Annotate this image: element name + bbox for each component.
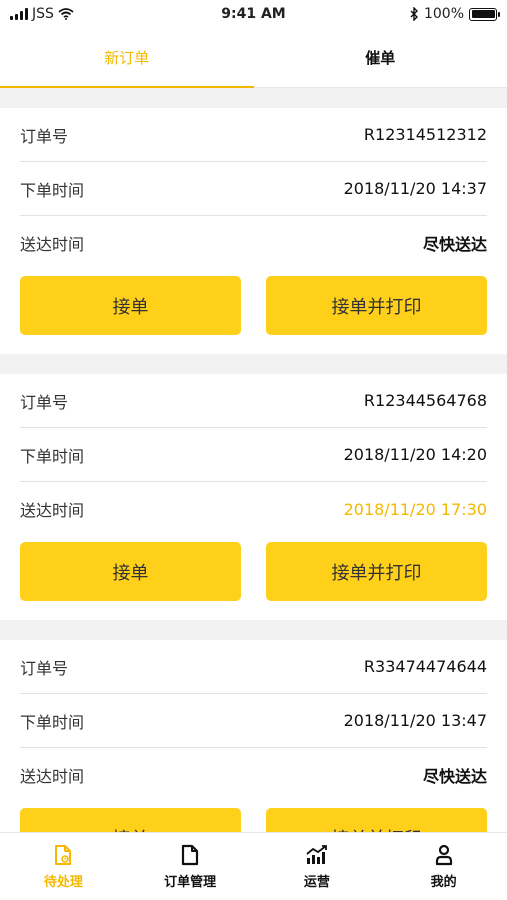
tab-operations[interactable]: 运营: [254, 833, 381, 900]
bottom-tab-bar: 待处理 订单管理 运营 我的: [0, 832, 507, 900]
system-indicators: 100%: [410, 6, 500, 22]
delivery-time-value: 2018/11/20 17:30: [343, 499, 487, 519]
delivery-time-label: 送达时间: [20, 501, 85, 520]
tab-reminders[interactable]: 催单: [254, 28, 507, 87]
tab-new-orders[interactable]: 新订单: [0, 28, 254, 88]
order-type-tabs: 新订单 催单: [0, 28, 507, 88]
order-number-value: R12314512312: [363, 125, 487, 144]
pending-order-icon: [51, 843, 75, 867]
order-number-label: 订单号: [20, 392, 69, 412]
battery-fill: [471, 10, 495, 18]
order-number-row: 订单号 R12344564768: [20, 374, 487, 428]
placed-time-row: 下单时间 2018/11/20 14:37: [20, 162, 487, 216]
placed-time-label: 下单时间: [20, 180, 85, 200]
placed-time-label: 下单时间: [20, 712, 85, 732]
order-card: 订单号 R33474474644 下单时间 2018/11/20 13:47 送…: [0, 640, 507, 832]
accept-and-print-button[interactable]: 接单并打印: [266, 542, 487, 601]
tab-reminders-label: 催单: [365, 49, 396, 67]
placed-time-value: 2018/11/20 14:20: [343, 445, 487, 464]
tab-profile[interactable]: 我的: [380, 833, 507, 900]
wifi-icon: [58, 8, 74, 20]
document-icon: [178, 843, 202, 867]
placed-time-value: 2018/11/20 14:37: [343, 179, 487, 198]
tab-profile-label: 我的: [430, 875, 457, 890]
delivery-time-label: 送达时间: [20, 235, 85, 254]
carrier-info: JSS: [10, 6, 74, 22]
delivery-time-label: 送达时间: [20, 767, 85, 786]
order-number-value: R12344564768: [363, 391, 487, 410]
delivery-time-row: 送达时间 2018/11/20 17:30: [20, 482, 487, 536]
placed-time-row: 下单时间 2018/11/20 13:47: [20, 694, 487, 748]
order-number-label: 订单号: [20, 126, 69, 146]
accept-button[interactable]: 接单: [20, 808, 241, 832]
order-number-label: 订单号: [20, 658, 69, 678]
delivery-time-row: 送达时间 尽快送达: [20, 748, 487, 802]
order-number-row: 订单号 R12314512312: [20, 108, 487, 162]
placed-time-label: 下单时间: [20, 446, 85, 466]
chart-icon: [305, 843, 329, 867]
order-card: 订单号 R12314512312 下单时间 2018/11/20 14:37 送…: [0, 108, 507, 354]
accept-and-print-button[interactable]: 接单并打印: [266, 276, 487, 335]
tab-pending-label: 待处理: [43, 875, 83, 890]
placed-time-value: 2018/11/20 13:47: [343, 711, 487, 730]
order-actions: 接单 接单并打印: [20, 536, 487, 620]
tab-pending[interactable]: 待处理: [0, 833, 127, 900]
accept-button[interactable]: 接单: [20, 276, 241, 335]
battery-percent: 100%: [423, 6, 464, 22]
status-bar: JSS 9:41 AM 100%: [0, 0, 507, 28]
signal-icon: [10, 8, 28, 20]
order-actions: 接单 接单并打印: [20, 270, 487, 354]
delivery-time-value: 尽快送达: [422, 235, 487, 254]
accept-button[interactable]: 接单: [20, 542, 241, 601]
delivery-time-value: 尽快送达: [422, 767, 487, 786]
tab-order-management-label: 订单管理: [164, 875, 217, 890]
delivery-time-row: 送达时间 尽快送达: [20, 216, 487, 270]
accept-and-print-button[interactable]: 接单并打印: [266, 808, 487, 832]
order-number-value: R33474474644: [363, 657, 487, 676]
tab-new-orders-label: 新订单: [104, 49, 150, 67]
user-icon: [432, 843, 456, 867]
order-actions: 接单 接单并打印: [20, 802, 487, 832]
order-card: 订单号 R12344564768 下单时间 2018/11/20 14:20 送…: [0, 374, 507, 620]
bluetooth-icon: [410, 7, 418, 21]
placed-time-row: 下单时间 2018/11/20 14:20: [20, 428, 487, 482]
battery-icon: [469, 7, 500, 21]
tab-order-management[interactable]: 订单管理: [127, 833, 254, 900]
tab-operations-label: 运营: [303, 875, 330, 890]
order-number-row: 订单号 R33474474644: [20, 640, 487, 694]
carrier-name: JSS: [32, 6, 54, 22]
order-list[interactable]: 订单号 R12314512312 下单时间 2018/11/20 14:37 送…: [0, 88, 507, 832]
